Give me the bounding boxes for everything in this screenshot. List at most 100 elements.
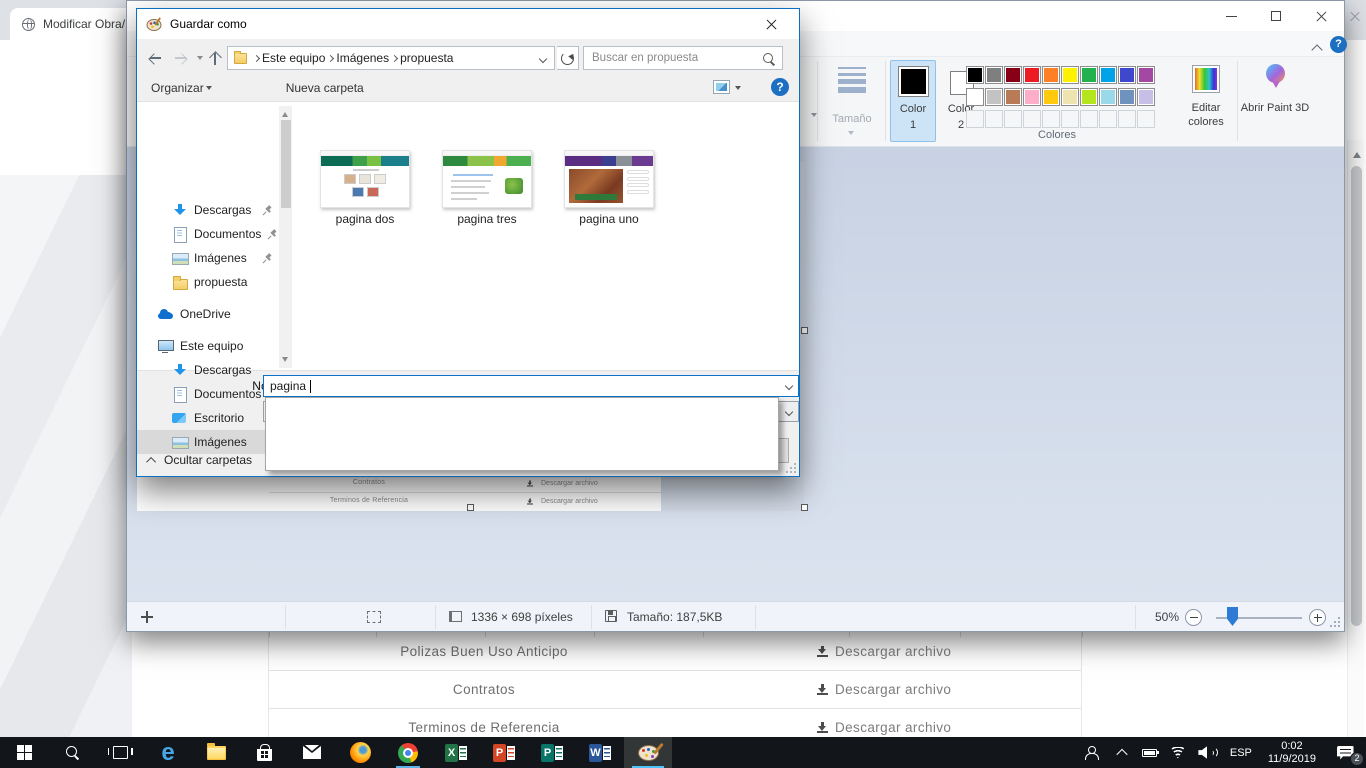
palette-empty-slot[interactable]: [1118, 110, 1136, 128]
excel-button[interactable]: X: [432, 737, 480, 768]
word-button[interactable]: W: [576, 737, 624, 768]
palette-color[interactable]: [1099, 88, 1117, 106]
palette-color[interactable]: [1137, 66, 1155, 84]
download-link[interactable]: Descargar archivo: [817, 682, 951, 697]
sidebar-scrollbar[interactable]: [279, 106, 292, 368]
dialog-resize-grip[interactable]: [786, 463, 796, 473]
palette-color[interactable]: [1004, 88, 1022, 106]
zoom-in-button[interactable]: [1309, 609, 1326, 626]
palette-color[interactable]: [1004, 66, 1022, 84]
palette-empty-slot[interactable]: [966, 110, 984, 128]
edge-button[interactable]: e: [144, 737, 192, 768]
paint-help-button[interactable]: ?: [1330, 36, 1347, 53]
palette-color[interactable]: [1042, 66, 1060, 84]
download-link[interactable]: Descargar archivo: [817, 644, 951, 659]
palette-empty-slot[interactable]: [985, 110, 1003, 128]
start-button[interactable]: [0, 737, 48, 768]
minimize-button[interactable]: [1209, 1, 1254, 31]
people-button[interactable]: [1074, 737, 1108, 768]
sidebar-item[interactable]: Descargas: [137, 198, 279, 222]
file-item-pagina-tres[interactable]: pagina tres: [441, 150, 533, 226]
palette-empty-slot[interactable]: [1099, 110, 1117, 128]
zoom-slider-thumb[interactable]: [1227, 607, 1238, 626]
breadcrumb[interactable]: Este equipo Imágenes propuesta: [227, 46, 555, 70]
palette-color[interactable]: [1099, 66, 1117, 84]
scroll-up-icon[interactable]: [282, 109, 288, 117]
mail-button[interactable]: [288, 737, 336, 768]
view-mode-icon[interactable]: [713, 80, 730, 94]
palette-empty-slot[interactable]: [1080, 110, 1098, 128]
browser-scrollbar[interactable]: [1347, 140, 1364, 768]
download-link[interactable]: Descargar archivo: [817, 720, 951, 735]
store-button[interactable]: [240, 737, 288, 768]
collapse-ribbon-icon[interactable]: [1313, 43, 1322, 52]
sidebar-item[interactable]: Imágenes: [137, 246, 279, 270]
breadcrumb-segment[interactable]: propuesta: [389, 51, 453, 65]
palette-empty-slot[interactable]: [1023, 110, 1041, 128]
palette-color[interactable]: [966, 66, 984, 84]
palette-color[interactable]: [1042, 88, 1060, 106]
help-button[interactable]: ?: [771, 78, 789, 96]
file-explorer-button[interactable]: [192, 737, 240, 768]
canvas-resize-handle[interactable]: [467, 504, 474, 511]
canvas-resize-handle[interactable]: [801, 327, 808, 334]
file-item-pagina-dos[interactable]: pagina dos: [319, 150, 411, 226]
file-item-pagina-uno[interactable]: pagina uno: [563, 150, 655, 226]
language-indicator[interactable]: ESP: [1222, 737, 1260, 768]
sidebar-item[interactable]: propuesta: [137, 270, 279, 294]
network-button[interactable]: [1164, 737, 1192, 768]
task-view-button[interactable]: [96, 737, 144, 768]
palette-color[interactable]: [1061, 66, 1079, 84]
palette-color[interactable]: [1137, 88, 1155, 106]
show-hidden-icons-button[interactable]: [1108, 737, 1136, 768]
sidebar-item[interactable]: OneDrive: [137, 302, 279, 326]
sidebar-item[interactable]: Documentos: [137, 222, 279, 246]
size-button[interactable]: Tamaño: [823, 61, 881, 143]
dialog-close-button[interactable]: [749, 9, 799, 39]
filename-dropdown-icon[interactable]: [785, 382, 793, 390]
volume-button[interactable]: [1192, 737, 1222, 768]
palette-color[interactable]: [1118, 88, 1136, 106]
nav-history-dropdown-icon[interactable]: [197, 56, 203, 63]
browser-close-icon[interactable]: [1350, 12, 1360, 22]
open-paint3d-button[interactable]: Abrir Paint 3D: [1243, 61, 1307, 143]
canvas-resize-handle[interactable]: [801, 504, 808, 511]
sidebar-item[interactable]: Este equipo: [137, 334, 279, 358]
nav-up-icon[interactable]: [207, 50, 223, 66]
powerpoint-button[interactable]: P: [480, 737, 528, 768]
maximize-button[interactable]: [1254, 1, 1299, 31]
palette-color[interactable]: [1061, 88, 1079, 106]
battery-button[interactable]: [1136, 737, 1164, 768]
chrome-button[interactable]: [384, 737, 432, 768]
palette-empty-slot[interactable]: [1137, 110, 1155, 128]
address-dropdown-icon[interactable]: [539, 55, 547, 63]
close-button[interactable]: [1299, 1, 1344, 31]
scroll-up-icon[interactable]: [1353, 148, 1361, 158]
scrollbar-thumb[interactable]: [1351, 166, 1362, 626]
palette-empty-slot[interactable]: [1061, 110, 1079, 128]
action-center-button[interactable]: 2: [1324, 737, 1366, 768]
new-folder-button[interactable]: Nueva carpeta: [286, 81, 364, 95]
view-mode-dropdown-icon[interactable]: [735, 86, 741, 93]
firefox-button[interactable]: [336, 737, 384, 768]
breadcrumb-segment[interactable]: Imágenes: [325, 51, 389, 65]
scrollbar-thumb[interactable]: [281, 120, 291, 208]
palette-empty-slot[interactable]: [1004, 110, 1022, 128]
search-icon[interactable]: [763, 53, 775, 65]
palette-color[interactable]: [985, 66, 1003, 84]
zoom-out-button[interactable]: [1185, 609, 1202, 626]
breadcrumb-segment[interactable]: Este equipo: [251, 51, 325, 65]
taskbar-search-button[interactable]: [48, 737, 96, 768]
search-input[interactable]: [584, 47, 782, 69]
paint-button[interactable]: [624, 737, 672, 768]
palette-color[interactable]: [985, 88, 1003, 106]
filename-input[interactable]: pagina: [263, 375, 799, 397]
nav-back-icon[interactable]: [147, 50, 163, 66]
scroll-down-icon[interactable]: [282, 357, 288, 365]
palette-empty-slot[interactable]: [1042, 110, 1060, 128]
window-resize-grip[interactable]: [1328, 615, 1340, 627]
organize-button[interactable]: Organizar: [151, 81, 212, 95]
palette-color[interactable]: [1080, 88, 1098, 106]
palette-color[interactable]: [1118, 66, 1136, 84]
refresh-button[interactable]: [557, 46, 579, 70]
